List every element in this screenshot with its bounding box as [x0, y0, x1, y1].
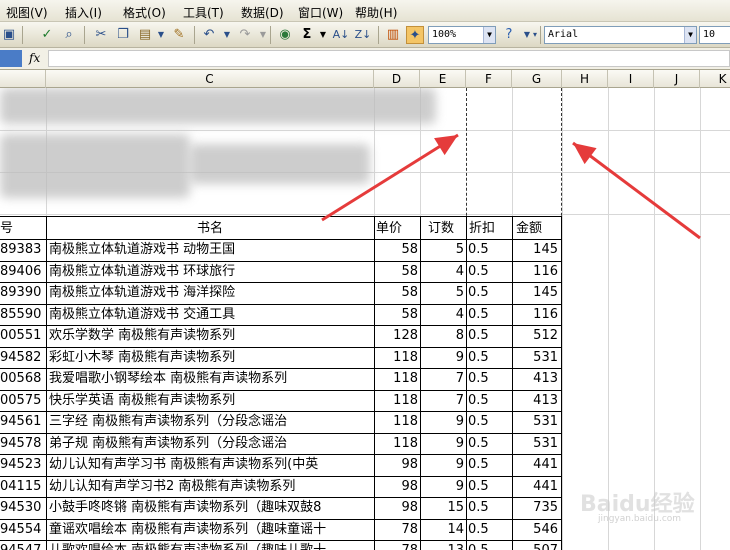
- font-name-combo[interactable]: Arial ▼: [544, 26, 697, 44]
- cut-icon[interactable]: ✂: [92, 26, 110, 44]
- menu-bar: 视图(V) 插入(I) 格式(O) 工具(T) 数据(D) 窗口(W) 帮助(H…: [0, 0, 730, 22]
- left-arrow-head: [434, 135, 458, 156]
- toolbar-options-icon[interactable]: ▾: [526, 26, 544, 44]
- font-size-value: 10: [703, 29, 716, 40]
- annotation-arrows: [321, 133, 701, 240]
- undo-dropdown-icon[interactable]: ▼: [218, 26, 236, 44]
- column-header-b[interactable]: [0, 70, 46, 88]
- sort-ascending-icon[interactable]: A↓: [332, 26, 350, 44]
- column-header-g[interactable]: G: [512, 70, 562, 88]
- worksheet-grid[interactable]: 号 书名 单价 订数 折扣 金额 89383 南极熊立体轨道游戏书 动物王国 58 5…: [0, 88, 730, 550]
- research-icon[interactable]: ⌕: [60, 26, 78, 44]
- column-header-h[interactable]: H: [562, 70, 608, 88]
- sort-descending-icon[interactable]: Z↓: [354, 26, 372, 44]
- menu-help[interactable]: 帮助(H): [355, 4, 397, 21]
- spelling-icon[interactable]: ✓: [38, 26, 56, 44]
- column-header-d[interactable]: D: [374, 70, 420, 88]
- copy-icon[interactable]: ❐: [114, 26, 132, 44]
- column-header-f[interactable]: F: [466, 70, 512, 88]
- menu-view[interactable]: 视图(V): [6, 4, 48, 21]
- font-size-combo[interactable]: 10: [699, 26, 730, 44]
- column-header-k[interactable]: K: [700, 70, 730, 88]
- chart-wizard-icon[interactable]: ▥: [384, 26, 402, 44]
- menu-insert[interactable]: 插入(I): [65, 4, 102, 21]
- standard-toolbar: ▣ ✓ ⌕ ✂ ❐ ▤ ▼ ✎ ↶ ▼ ↷ ▼ ◉ Σ ▼ A↓ Z↓ ▥ ✦ …: [0, 22, 730, 48]
- zoom-combo[interactable]: 100% ▼: [428, 26, 496, 44]
- column-header-j[interactable]: J: [654, 70, 700, 88]
- format-painter-icon[interactable]: ✎: [170, 26, 188, 44]
- print-preview-icon[interactable]: ▣: [0, 26, 18, 44]
- font-name-value: Arial: [548, 29, 579, 40]
- column-header-c[interactable]: C: [46, 70, 374, 88]
- menu-tools[interactable]: 工具(T): [183, 4, 224, 21]
- help-icon[interactable]: ?: [500, 26, 518, 44]
- chevron-down-icon[interactable]: ▼: [684, 27, 696, 43]
- menu-format[interactable]: 格式(O): [123, 4, 166, 21]
- hyperlink-icon[interactable]: ◉: [276, 26, 294, 44]
- fx-icon[interactable]: fx: [29, 51, 40, 65]
- menu-window[interactable]: 窗口(W): [298, 4, 343, 21]
- drawing-icon[interactable]: ✦: [406, 26, 424, 44]
- redo-icon[interactable]: ↷: [236, 26, 254, 44]
- menu-data[interactable]: 数据(D): [241, 4, 284, 21]
- name-box[interactable]: [0, 50, 22, 67]
- formula-input[interactable]: [48, 50, 730, 67]
- chevron-down-icon[interactable]: ▼: [483, 27, 495, 43]
- column-header-i[interactable]: I: [608, 70, 654, 88]
- left-arrow-shaft: [321, 133, 459, 222]
- zoom-value: 100%: [432, 29, 457, 40]
- undo-icon[interactable]: ↶: [200, 26, 218, 44]
- autosum-dropdown-icon[interactable]: ▼: [314, 26, 332, 44]
- watermark-url: jingyan.baidu.com: [598, 514, 682, 524]
- right-arrow-head: [573, 143, 597, 165]
- formula-bar: fx: [0, 48, 730, 70]
- paste-dropdown-icon[interactable]: ▼: [152, 26, 170, 44]
- column-header-e[interactable]: E: [420, 70, 466, 88]
- right-arrow-shaft: [572, 141, 701, 240]
- column-header-row: C D E F G H I J K: [0, 70, 730, 88]
